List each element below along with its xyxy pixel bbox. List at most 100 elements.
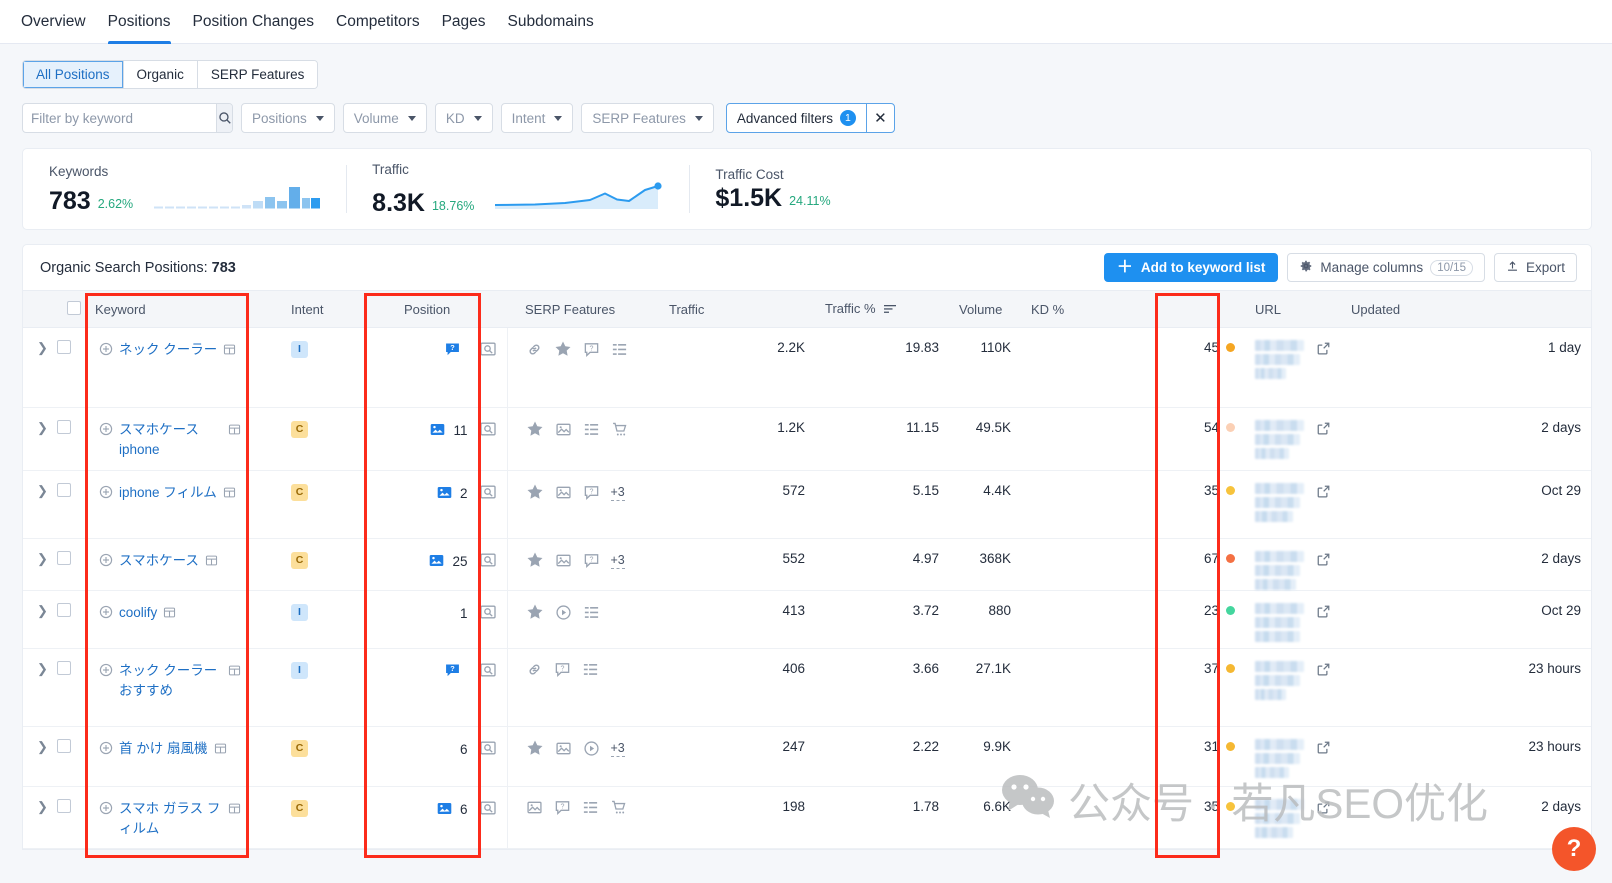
shopping-icon[interactable] bbox=[611, 421, 628, 441]
column-header-traffic-pct[interactable]: Traffic % bbox=[815, 290, 949, 328]
plus-circle-icon[interactable] bbox=[99, 485, 113, 502]
row-select-cell[interactable] bbox=[57, 648, 85, 727]
table-row[interactable]: ❯ coolify I 1 413 3.72 880 23 Oct 29 bbox=[23, 590, 1591, 649]
intent-badge[interactable]: C bbox=[291, 551, 308, 569]
export-button[interactable]: Export bbox=[1493, 253, 1577, 282]
expand-cell[interactable]: ❯ bbox=[23, 786, 57, 849]
intent-badge[interactable]: C bbox=[291, 420, 308, 438]
keyword-link[interactable]: スマホ ガラス フィルム bbox=[119, 799, 222, 838]
keyword-link[interactable]: ネック クーラー bbox=[119, 340, 217, 360]
row-checkbox[interactable] bbox=[57, 799, 71, 813]
column-header-url[interactable]: URL bbox=[1245, 290, 1341, 328]
serp-features-more[interactable]: +3 bbox=[610, 553, 625, 569]
expand-cell[interactable]: ❯ bbox=[23, 407, 57, 471]
redacted-url[interactable] bbox=[1255, 340, 1306, 379]
keyword-link[interactable]: coolify bbox=[119, 603, 157, 623]
redacted-url[interactable] bbox=[1255, 739, 1306, 778]
keyword-overview-icon[interactable] bbox=[163, 606, 176, 622]
image-icon[interactable] bbox=[555, 552, 572, 572]
nav-item-competitors[interactable]: Competitors bbox=[325, 13, 431, 43]
filter-serp-features[interactable]: SERP Features bbox=[581, 103, 714, 133]
keyword-overview-icon[interactable] bbox=[228, 802, 241, 818]
row-checkbox[interactable] bbox=[57, 661, 71, 675]
list-icon[interactable] bbox=[582, 799, 599, 819]
nav-item-subdomains[interactable]: Subdomains bbox=[497, 13, 605, 43]
video-icon[interactable] bbox=[583, 740, 600, 760]
serp-features-more[interactable]: +3 bbox=[610, 485, 625, 501]
list-icon[interactable] bbox=[583, 421, 600, 441]
table-row[interactable]: ❯ iphone フィルム C 2 ? +3 572 5.15 4.4K 35 … bbox=[23, 470, 1591, 539]
faq-icon[interactable]: ? bbox=[554, 799, 571, 819]
row-select-cell[interactable] bbox=[57, 786, 85, 849]
star-icon[interactable] bbox=[526, 551, 544, 572]
intent-badge[interactable]: I bbox=[291, 340, 308, 358]
expand-cell[interactable]: ❯ bbox=[23, 538, 57, 591]
faq-icon[interactable]: ? bbox=[583, 552, 600, 572]
list-icon[interactable] bbox=[583, 604, 600, 624]
filter-volume[interactable]: Volume bbox=[342, 103, 427, 133]
search-input[interactable] bbox=[23, 104, 216, 132]
external-link-icon[interactable] bbox=[1316, 421, 1331, 439]
serp-preview-icon[interactable] bbox=[479, 551, 497, 572]
external-link-icon[interactable] bbox=[1316, 484, 1331, 502]
row-checkbox[interactable] bbox=[57, 420, 71, 434]
keyword-link[interactable]: ネック クーラー おすすめ bbox=[119, 661, 222, 700]
faq-icon[interactable]: ? bbox=[583, 341, 600, 361]
add-to-keyword-list-button[interactable]: ＋ Add to keyword list bbox=[1103, 253, 1279, 282]
row-select-cell[interactable] bbox=[57, 407, 85, 471]
external-link-icon[interactable] bbox=[1316, 604, 1331, 622]
image-icon[interactable] bbox=[555, 484, 572, 504]
intent-badge[interactable]: C bbox=[291, 739, 308, 757]
table-row[interactable]: ❯ スマホケース C 25 ? +3 552 4.97 368K 67 2 da… bbox=[23, 538, 1591, 591]
keyword-overview-icon[interactable] bbox=[214, 742, 227, 758]
plus-circle-icon[interactable] bbox=[99, 605, 113, 622]
keyword-overview-icon[interactable] bbox=[223, 486, 236, 502]
expand-cell[interactable]: ❯ bbox=[23, 590, 57, 649]
external-link-icon[interactable] bbox=[1316, 800, 1331, 818]
expand-cell[interactable]: ❯ bbox=[23, 726, 57, 787]
tab-all-positions[interactable]: All Positions bbox=[23, 61, 124, 88]
redacted-url[interactable] bbox=[1255, 551, 1306, 590]
external-link-icon[interactable] bbox=[1316, 662, 1331, 680]
row-checkbox[interactable] bbox=[57, 340, 71, 354]
serp-preview-icon[interactable] bbox=[479, 661, 497, 682]
star-icon[interactable] bbox=[526, 603, 544, 624]
help-button[interactable]: ? bbox=[1552, 827, 1596, 871]
keyword-link[interactable]: 首 かけ 扇風機 bbox=[119, 739, 208, 759]
manage-columns-button[interactable]: Manage columns 10/15 bbox=[1287, 253, 1485, 282]
nav-item-position-changes[interactable]: Position Changes bbox=[182, 13, 326, 43]
row-select-cell[interactable] bbox=[57, 726, 85, 787]
filter-intent[interactable]: Intent bbox=[500, 103, 574, 133]
advanced-filters-button[interactable]: Advanced filters 1 ✕ bbox=[725, 103, 895, 133]
serp-preview-icon[interactable] bbox=[479, 420, 497, 441]
keyword-link[interactable]: iphone フィルム bbox=[119, 483, 217, 503]
row-checkbox[interactable] bbox=[57, 551, 71, 565]
column-header-serp-features[interactable]: SERP Features bbox=[507, 290, 659, 328]
row-select-cell[interactable] bbox=[57, 590, 85, 649]
redacted-url[interactable] bbox=[1255, 420, 1306, 459]
row-select-cell[interactable] bbox=[57, 470, 85, 539]
row-select-cell[interactable] bbox=[57, 327, 85, 408]
chevron-right-icon[interactable]: ❯ bbox=[37, 739, 48, 754]
star-icon[interactable] bbox=[554, 340, 572, 361]
chevron-right-icon[interactable]: ❯ bbox=[37, 340, 48, 355]
intent-badge[interactable]: C bbox=[291, 799, 308, 817]
keyword-overview-icon[interactable] bbox=[228, 423, 241, 439]
chevron-right-icon[interactable]: ❯ bbox=[37, 661, 48, 676]
plus-circle-icon[interactable] bbox=[99, 553, 113, 570]
table-row[interactable]: ❯ 首 かけ 扇風機 C 6 +3 247 2.22 9.9K 31 23 ho… bbox=[23, 726, 1591, 787]
redacted-url[interactable] bbox=[1255, 661, 1306, 700]
serp-preview-icon[interactable] bbox=[479, 340, 497, 361]
column-header-volume[interactable]: Volume bbox=[949, 290, 1021, 328]
external-link-icon[interactable] bbox=[1316, 341, 1331, 359]
expand-cell[interactable]: ❯ bbox=[23, 327, 57, 408]
serp-preview-icon[interactable] bbox=[479, 739, 497, 760]
table-row[interactable]: ❯ スマホケース iphone C 11 1.2K 11.15 49.5K 54… bbox=[23, 407, 1591, 471]
row-checkbox[interactable] bbox=[57, 739, 71, 753]
star-icon[interactable] bbox=[526, 483, 544, 504]
nav-item-pages[interactable]: Pages bbox=[431, 13, 497, 43]
keyword-filter[interactable] bbox=[22, 103, 233, 133]
keyword-link[interactable]: スマホケース iphone bbox=[119, 420, 222, 459]
plus-circle-icon[interactable] bbox=[99, 342, 113, 359]
plus-circle-icon[interactable] bbox=[99, 801, 113, 818]
